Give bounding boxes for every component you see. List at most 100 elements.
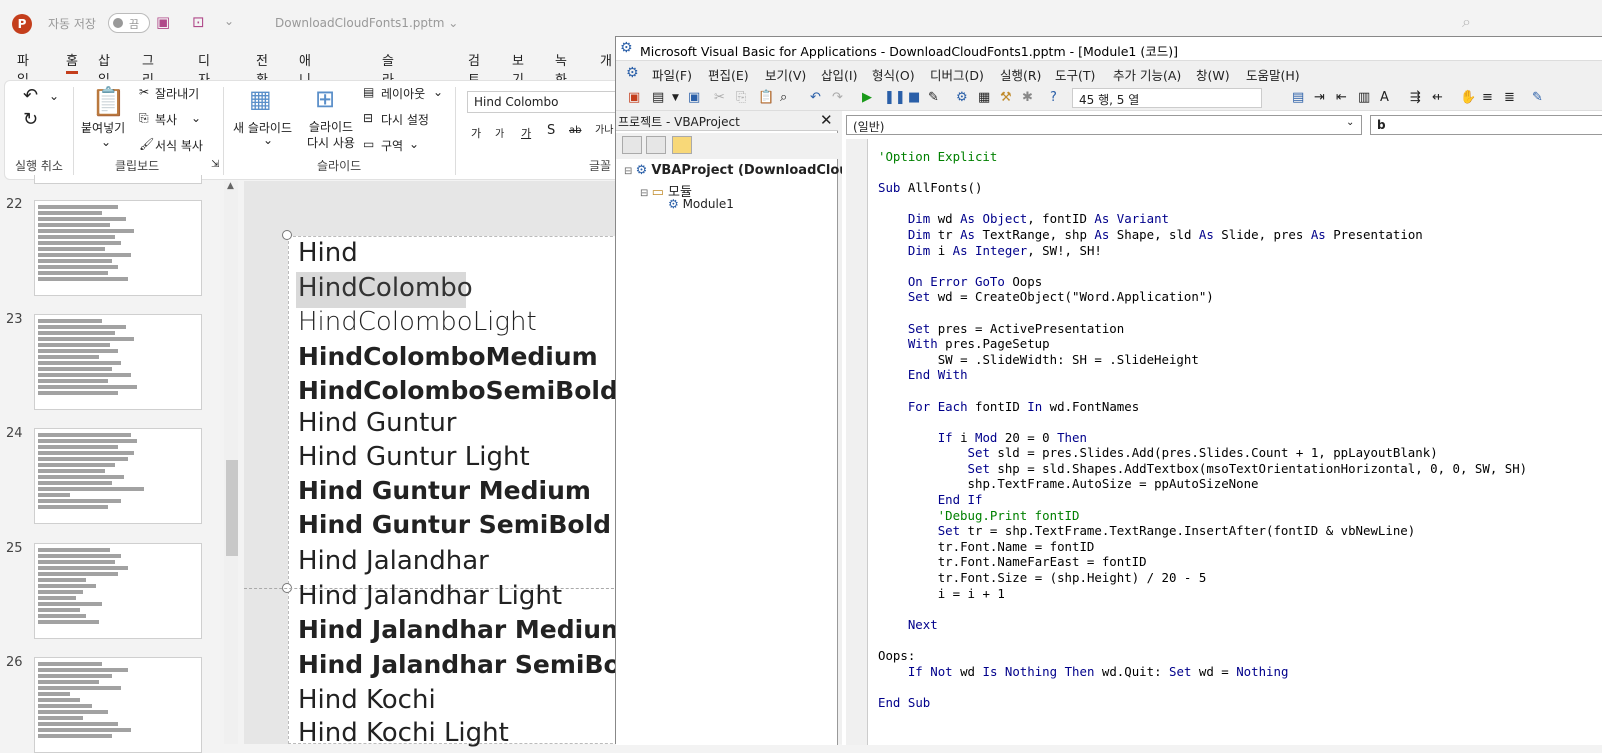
code-line[interactable]: shp.TextFrame.AutoSize = ppAutoSizeNone — [878, 476, 1527, 492]
section-icon[interactable]: ▭ — [363, 137, 374, 151]
code-line[interactable]: Sub AllFonts() — [878, 180, 1527, 196]
section-button[interactable]: 구역 — [381, 137, 403, 154]
tree-node-vbaproject[interactable]: ⊟ ⚙ VBAProject (DownloadClou — [624, 163, 849, 181]
menu-view[interactable]: 보기(V) — [765, 65, 806, 84]
dialog-launcher-icon[interactable]: ⇲ — [211, 159, 219, 170]
font-sample-line[interactable]: Hind Kochi — [298, 685, 436, 715]
tab-home[interactable]: 홈 — [66, 50, 78, 74]
chevron-down-icon[interactable]: ⌄ — [1346, 117, 1354, 128]
code-line[interactable]: 'Option Explicit — [878, 149, 1527, 165]
copy-button[interactable]: 복사 — [155, 111, 177, 128]
save-icon[interactable]: ▣ — [156, 13, 170, 31]
code-line[interactable]: tr.Font.NameFarEast = fontID — [878, 554, 1527, 570]
save-icon[interactable]: ▣ — [688, 90, 700, 105]
font-sample-line[interactable]: HindColomboMedium — [298, 342, 598, 371]
undo-icon[interactable]: ↶ — [810, 90, 821, 105]
code-line[interactable]: SW = .SlideWidth: SH = .SlideHeight — [878, 352, 1527, 368]
insert-module-icon[interactable]: ▤ — [652, 90, 664, 105]
code-line[interactable]: Dim wd As Object, fontID As Variant — [878, 211, 1527, 227]
break-icon[interactable]: ❚❚ — [884, 90, 906, 105]
scrollbar-thumb[interactable] — [226, 460, 238, 556]
menu-window[interactable]: 창(W) — [1196, 65, 1230, 84]
view-powerpoint-icon[interactable]: ▣ — [628, 90, 640, 105]
slide-thumbnail[interactable] — [34, 657, 202, 753]
toggle-breakpoint-icon[interactable]: ✋ — [1460, 90, 1476, 105]
font-sample-line[interactable]: Hind Guntur Medium — [298, 476, 591, 505]
code-line[interactable] — [878, 679, 1527, 695]
font-sample-line[interactable]: Hind Guntur — [298, 408, 457, 438]
procedure-combo[interactable]: b — [1370, 115, 1602, 135]
copy-dropdown-icon[interactable]: ⌄ — [191, 111, 201, 125]
menu-format[interactable]: 형식(O) — [872, 65, 915, 84]
file-name[interactable]: DownloadCloudFonts1.pptm ⌄ — [275, 16, 458, 30]
code-editor[interactable]: 'Option Explicit Sub AllFonts() Dim wd As… — [878, 149, 1527, 710]
uncomment-block-icon[interactable]: ≣ — [1504, 90, 1515, 105]
font-sample-line[interactable]: HindColomboSemiBold — [298, 376, 618, 405]
code-margin[interactable] — [846, 139, 868, 745]
reuse-slides-icon[interactable]: ⊞ — [315, 85, 335, 113]
paste-button[interactable]: 붙여넣기 — [81, 119, 125, 136]
code-line[interactable]: Set sld = pres.Slides.Add(pres.Slides.Co… — [878, 445, 1527, 461]
cut-button[interactable]: 잘라내기 — [155, 85, 199, 102]
help-icon[interactable]: ? — [1050, 90, 1057, 105]
code-line[interactable]: tr.Font.Name = fontID — [878, 539, 1527, 555]
tree-node-modules[interactable]: ⊟ ▭ 모듈 — [624, 181, 849, 200]
grow-font-button[interactable]: 가 — [471, 125, 481, 141]
new-slide-dropdown-icon[interactable]: ⌄ — [263, 133, 273, 147]
code-line[interactable]: End Sub — [878, 695, 1527, 711]
toggle-folders-icon[interactable] — [672, 136, 692, 154]
redo-icon[interactable]: ↷ — [832, 90, 843, 105]
bookmark-icon[interactable]: ✎ — [1532, 90, 1543, 105]
code-line[interactable] — [878, 414, 1527, 430]
reuse-slides-button[interactable]: 슬라이드 다시 사용 — [303, 119, 359, 151]
slide-thumbnail[interactable] — [34, 543, 202, 639]
new-slide-icon[interactable]: ▦ — [249, 85, 272, 113]
code-line[interactable]: Oops: — [878, 648, 1527, 664]
font-sample-line[interactable]: HindColombo — [298, 273, 473, 303]
slide-thumbnail[interactable] — [34, 200, 202, 296]
code-line[interactable]: 'Debug.Print fontID — [878, 508, 1527, 524]
tab-developer[interactable]: 개 — [600, 50, 612, 69]
object-combo[interactable]: (일반) — [846, 115, 1362, 135]
indent-icon[interactable]: ⇶ — [1410, 90, 1421, 105]
copy-icon[interactable]: ⎘ — [139, 111, 149, 126]
menu-insert[interactable]: 삽입(I) — [821, 65, 857, 84]
copy-icon[interactable]: ⎘ — [736, 90, 746, 105]
code-line[interactable]: On Error GoTo Oops — [878, 274, 1527, 290]
vba-menu-icon[interactable]: ⚙ — [626, 65, 639, 81]
slide-thumbnail[interactable] — [34, 428, 202, 524]
section-dropdown-icon[interactable]: ⌄ — [409, 137, 419, 151]
autosave-toggle[interactable]: 끔 — [108, 13, 150, 33]
font-name-combo[interactable]: Hind Colombo — [467, 91, 627, 113]
cut-icon[interactable]: ✂ — [714, 90, 725, 105]
font-sample-line[interactable]: Hind Guntur Light — [298, 442, 530, 472]
code-line[interactable]: End If — [878, 492, 1527, 508]
undo-dropdown-icon[interactable]: ⌄ — [49, 89, 59, 103]
code-line[interactable]: Set tr = shp.TextFrame.TextRange.InsertA… — [878, 523, 1527, 539]
slide-thumbnail[interactable] — [34, 314, 202, 410]
close-icon[interactable]: ✕ — [820, 111, 833, 129]
toolbar-icon[interactable]: ▤ — [1292, 90, 1304, 105]
vba-title-bar[interactable]: ⚙ Microsoft Visual Basic for Application… — [616, 37, 1602, 61]
font-sample-line[interactable]: Hind — [298, 238, 358, 268]
properties-icon[interactable]: ▦ — [978, 90, 990, 105]
code-line[interactable]: If i Mod 20 = 0 Then — [878, 430, 1527, 446]
code-line[interactable] — [878, 305, 1527, 321]
view-object-icon[interactable] — [646, 136, 666, 154]
code-line[interactable]: Set shp = sld.Shapes.AddTextbox(msoTextO… — [878, 461, 1528, 477]
format-painter-icon[interactable]: 🖌 — [139, 137, 154, 151]
project-explorer-icon[interactable]: ⚙ — [956, 90, 968, 105]
search-icon[interactable]: ⌕ — [1462, 12, 1471, 32]
shrink-font-button[interactable]: 가 — [495, 125, 504, 140]
font-sample-line[interactable]: Hind Jalandhar SemiBold — [298, 650, 647, 679]
view-code-icon[interactable] — [622, 136, 642, 154]
code-line[interactable]: i = i + 1 — [878, 586, 1527, 602]
code-line[interactable]: Dim i As Integer, SW!, SH! — [878, 243, 1527, 259]
toolbar-icon[interactable]: A — [1380, 90, 1389, 105]
strikethrough-button[interactable]: ab — [569, 125, 581, 136]
code-line[interactable]: Dim tr As TextRange, shp As Shape, sld A… — [878, 227, 1527, 243]
reset-button[interactable]: 다시 설정 — [381, 111, 429, 128]
code-line[interactable] — [878, 601, 1527, 617]
menu-tools[interactable]: 도구(T) — [1055, 65, 1095, 84]
menu-debug[interactable]: 디버그(D) — [930, 65, 984, 84]
